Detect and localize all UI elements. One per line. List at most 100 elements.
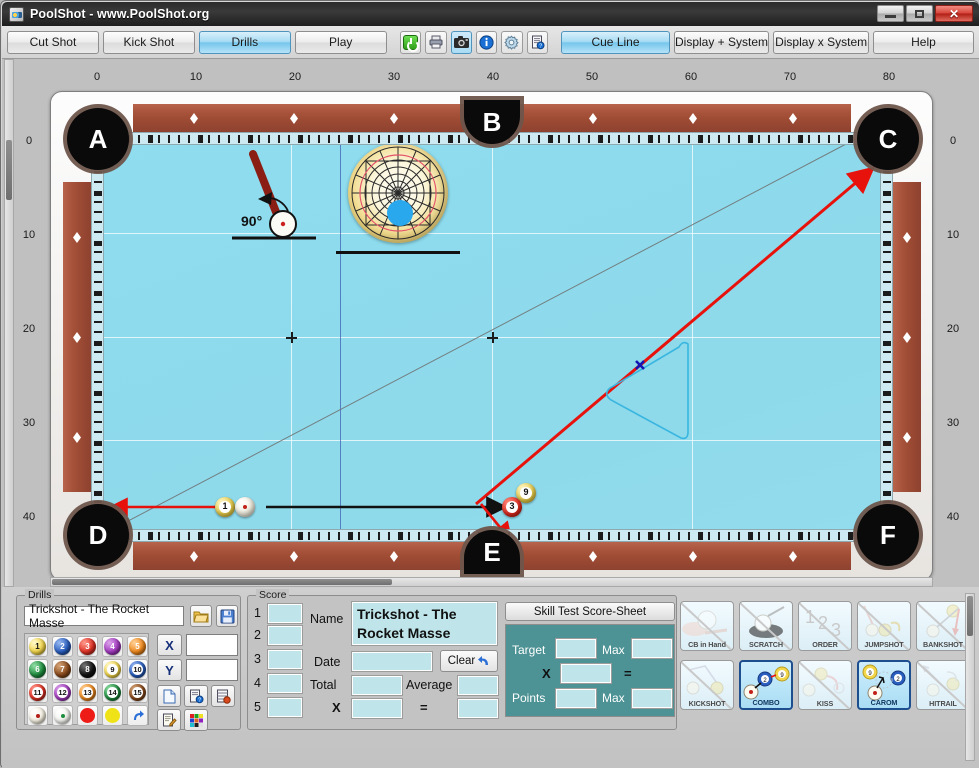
window-title: PoolShot - www.PoolShot.org: [30, 7, 210, 21]
ball-button-8[interactable]: 8: [77, 659, 98, 680]
red-object-ball-button[interactable]: [77, 705, 98, 726]
edit-notes-button[interactable]: [157, 709, 181, 731]
multiply-label: X: [332, 700, 341, 715]
print-icon[interactable]: [425, 30, 447, 54]
skill-multiply-value[interactable]: [560, 663, 612, 684]
x-coordinate-field[interactable]: [186, 634, 238, 656]
open-drill-button[interactable]: [190, 605, 212, 627]
clear-button[interactable]: Clear: [440, 650, 498, 672]
ball-button-3[interactable]: 3: [77, 636, 98, 657]
table-ball-3[interactable]: 3: [502, 497, 522, 517]
target-value[interactable]: [555, 638, 597, 659]
floppy-save-icon: [220, 609, 234, 623]
hscrollbar-thumb[interactable]: [52, 579, 392, 585]
score-row-value-3[interactable]: [267, 649, 303, 670]
equals-value[interactable]: [457, 698, 499, 719]
yellow-object-ball-button[interactable]: [102, 705, 123, 726]
ball-button-12[interactable]: 12: [52, 682, 73, 703]
x-coordinate-button[interactable]: X: [157, 634, 182, 656]
tab-play[interactable]: Play: [294, 30, 387, 54]
new-page-button[interactable]: [157, 685, 181, 707]
points-max-value[interactable]: [631, 688, 673, 709]
page-help-button[interactable]: ?: [184, 685, 208, 707]
bottom-panel-scrollbar[interactable]: [965, 593, 975, 761]
cb-in-hand-button[interactable]: CB in Hand: [680, 601, 734, 651]
carom-button[interactable]: 9 2 CAROM: [857, 660, 911, 710]
ball-button-5[interactable]: 5: [127, 636, 148, 657]
ball-button-2[interactable]: 2: [52, 636, 73, 657]
ball-button-7[interactable]: 7: [52, 659, 73, 680]
maximize-button[interactable]: [906, 5, 933, 22]
cushion-ruler-right: [880, 132, 893, 542]
score-row-value-5[interactable]: [267, 697, 303, 718]
pool-table[interactable]: 90° 1 9 3 A B C D E F: [50, 91, 933, 581]
y-coordinate-button[interactable]: Y: [157, 659, 182, 681]
bottom-scrollbar-thumb[interactable]: [967, 596, 973, 636]
cue-ball[interactable]: [235, 497, 255, 517]
ball-button-1[interactable]: 1: [27, 636, 48, 657]
target-max-value[interactable]: [631, 638, 673, 659]
help-button[interactable]: Help: [872, 30, 974, 54]
tab-kick-shot[interactable]: Kick Shot: [102, 30, 195, 54]
ghost-ball-button[interactable]: [52, 705, 73, 726]
scratch-button[interactable]: SCRATCH: [739, 601, 793, 651]
average-value[interactable]: [457, 675, 499, 696]
drill-name-field[interactable]: Trickshot - The Rocket Masse: [24, 602, 184, 630]
reset-arrow-button[interactable]: [127, 705, 148, 726]
date-value[interactable]: [351, 651, 433, 672]
info-icon[interactable]: [475, 30, 498, 54]
ball-button-10[interactable]: 10: [127, 659, 148, 680]
ball-button-13[interactable]: 13: [77, 682, 98, 703]
minimize-button[interactable]: [877, 5, 904, 22]
jumpshot-button[interactable]: JUMPSHOT: [857, 601, 911, 651]
display-x-system-button[interactable]: Display x System: [773, 30, 869, 54]
kiss-button[interactable]: KISS: [798, 660, 852, 710]
tab-drills[interactable]: Drills: [198, 30, 291, 54]
pocket-c[interactable]: C: [857, 108, 919, 170]
close-button[interactable]: ✕: [935, 5, 973, 22]
horizontal-scrollbar[interactable]: [50, 577, 933, 587]
ball-button-14[interactable]: 14: [102, 682, 123, 703]
multiply-value[interactable]: [351, 698, 403, 719]
kickshot-button[interactable]: KICKSHOT: [680, 660, 734, 710]
pocket-f[interactable]: F: [857, 504, 919, 566]
ball-button-4[interactable]: 4: [102, 636, 123, 657]
jumpshot-label: JUMPSHOT: [864, 640, 904, 649]
cue-line-button[interactable]: Cue Line: [561, 30, 670, 54]
settings-gear-icon[interactable]: [501, 30, 523, 54]
y-tick-right-0: 0: [949, 135, 957, 147]
hitrail-button[interactable]: HITRAIL: [916, 660, 970, 710]
score-row-value-2[interactable]: [267, 625, 303, 646]
display-plus-system-button[interactable]: Display + System: [673, 30, 770, 54]
bankshot-button[interactable]: BANKSHOT: [916, 601, 970, 651]
scrollbar-thumb[interactable]: [6, 140, 12, 200]
power-icon[interactable]: [400, 30, 422, 54]
combo-button[interactable]: 2 9 COMBO: [739, 660, 793, 710]
ball-button-6[interactable]: 6: [27, 659, 48, 680]
camera-icon[interactable]: [450, 30, 472, 54]
score-row-value-1[interactable]: [267, 603, 303, 624]
spin-target-circle[interactable]: [348, 143, 448, 243]
table-settings-button[interactable]: [211, 685, 235, 707]
save-drill-button[interactable]: [216, 605, 238, 627]
ball-button-15[interactable]: 15: [127, 682, 148, 703]
score-row-value-4[interactable]: [267, 673, 303, 694]
table-felt[interactable]: 90° 1 9 3: [91, 132, 893, 542]
drill-title-value[interactable]: Trickshot - The Rocket Masse: [351, 601, 498, 646]
document-help-icon[interactable]: ?: [526, 30, 548, 54]
points-value[interactable]: [555, 688, 597, 709]
ball-button-9[interactable]: 9: [102, 659, 123, 680]
tab-cut-shot[interactable]: Cut Shot: [7, 30, 99, 54]
kiss-label: KISS: [816, 699, 834, 708]
color-palette-button[interactable]: [184, 709, 208, 731]
order-button[interactable]: 123 ORDER: [798, 601, 852, 651]
skill-test-score-sheet-button[interactable]: Skill Test Score-Sheet: [505, 602, 675, 621]
y-coordinate-field[interactable]: [186, 659, 238, 681]
pocket-a[interactable]: A: [67, 108, 129, 170]
vertical-scrollbar[interactable]: [4, 59, 14, 587]
pocket-d[interactable]: D: [67, 504, 129, 566]
table-ball-1[interactable]: 1: [215, 497, 235, 517]
ball-button-11[interactable]: 11: [27, 682, 48, 703]
cue-ball-button[interactable]: [27, 705, 48, 726]
total-value[interactable]: [351, 675, 403, 696]
